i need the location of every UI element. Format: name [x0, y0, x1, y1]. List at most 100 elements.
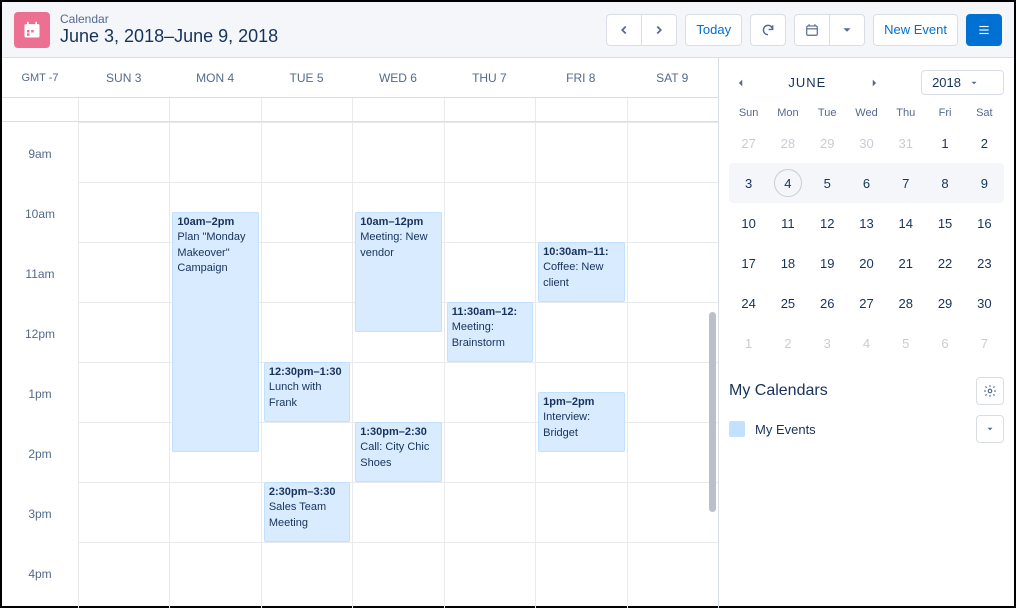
mini-dow-label: Thu: [886, 103, 925, 123]
allday-slot[interactable]: [261, 98, 352, 121]
mini-week-row: 24252627282930: [729, 283, 1004, 323]
mini-next-month[interactable]: [862, 71, 886, 95]
mycalendar-menu-button[interactable]: [976, 415, 1004, 443]
mini-day-cell[interactable]: 27: [729, 123, 768, 163]
day-column[interactable]: [627, 122, 718, 608]
scrollbar[interactable]: [708, 122, 718, 608]
new-event-button[interactable]: New Event: [873, 14, 958, 46]
time-label: 11am: [2, 264, 78, 324]
mini-week-row: 272829303112: [729, 123, 1004, 163]
mini-day-cell[interactable]: 1: [925, 123, 964, 163]
mini-day-cell[interactable]: 29: [925, 283, 964, 323]
mini-day-cell[interactable]: 7: [965, 323, 1004, 363]
prev-week-button[interactable]: [606, 14, 641, 46]
day-header[interactable]: MON 4: [169, 71, 260, 85]
mini-day-cell[interactable]: 10: [729, 203, 768, 243]
mini-day-cell[interactable]: 28: [886, 283, 925, 323]
calendar-event[interactable]: 10am–12pmMeeting: New vendor: [355, 212, 441, 332]
event-time: 1:30pm–2:30: [360, 425, 436, 440]
day-header[interactable]: SUN 3: [78, 71, 169, 85]
allday-slot[interactable]: [444, 98, 535, 121]
mini-prev-month[interactable]: [729, 71, 753, 95]
calendar-event[interactable]: 1pm–2pmInterview: Bridget: [538, 392, 624, 452]
mini-day-cell[interactable]: 18: [768, 243, 807, 283]
mini-day-cell[interactable]: 21: [886, 243, 925, 283]
mini-day-cell[interactable]: 4: [768, 163, 807, 203]
time-label: 3pm: [2, 504, 78, 564]
day-column[interactable]: 11:30am–12:Meeting: Brainstorm: [444, 122, 535, 608]
mycalendar-item: My Events: [729, 415, 1004, 443]
time-label: 10am: [2, 204, 78, 264]
refresh-button[interactable]: [750, 14, 786, 46]
mini-day-cell[interactable]: 30: [965, 283, 1004, 323]
mini-day-cell[interactable]: 7: [886, 163, 925, 203]
allday-slot[interactable]: [535, 98, 626, 121]
calendar-event[interactable]: 11:30am–12:Meeting: Brainstorm: [447, 302, 533, 362]
day-header[interactable]: SAT 9: [627, 71, 718, 85]
mini-day-cell[interactable]: 9: [965, 163, 1004, 203]
mini-day-cell[interactable]: 26: [808, 283, 847, 323]
mini-day-cell[interactable]: 25: [768, 283, 807, 323]
mini-day-cell[interactable]: 30: [847, 123, 886, 163]
mini-day-cell[interactable]: 16: [965, 203, 1004, 243]
timezone-label: GMT -7: [2, 72, 78, 84]
allday-slot[interactable]: [627, 98, 718, 121]
allday-slot[interactable]: [169, 98, 260, 121]
mini-day-cell[interactable]: 1: [729, 323, 768, 363]
day-header[interactable]: THU 7: [444, 71, 535, 85]
day-column[interactable]: 12:30pm–1:30Lunch with Frank 2:30pm–3:30S…: [261, 122, 352, 608]
view-switcher-button[interactable]: [794, 14, 829, 46]
mycalendars-settings-button[interactable]: [976, 377, 1004, 405]
mini-day-cell[interactable]: 2: [768, 323, 807, 363]
mycalendars-heading: My Calendars: [729, 382, 828, 400]
calendar-event[interactable]: 10am–2pmPlan "Monday Makeover" Campaign: [172, 212, 258, 452]
mini-day-cell[interactable]: 8: [925, 163, 964, 203]
mini-day-cell[interactable]: 20: [847, 243, 886, 283]
mini-day-cell[interactable]: 4: [847, 323, 886, 363]
mini-day-cell[interactable]: 6: [925, 323, 964, 363]
mini-day-cell[interactable]: 11: [768, 203, 807, 243]
mini-day-cell[interactable]: 27: [847, 283, 886, 323]
allday-slot[interactable]: [352, 98, 443, 121]
calendar-event[interactable]: 2:30pm–3:30Sales Team Meeting: [264, 482, 350, 542]
mini-day-cell[interactable]: 17: [729, 243, 768, 283]
mini-day-cell[interactable]: 6: [847, 163, 886, 203]
today-button[interactable]: Today: [685, 14, 742, 46]
mini-day-cell[interactable]: 31: [886, 123, 925, 163]
mini-day-cell[interactable]: 29: [808, 123, 847, 163]
mini-day-cell[interactable]: 15: [925, 203, 964, 243]
day-column[interactable]: 10:30am–11:Coffee: New client 1pm–2pmInte…: [535, 122, 626, 608]
mini-day-cell[interactable]: 24: [729, 283, 768, 323]
mini-day-cell[interactable]: 28: [768, 123, 807, 163]
calendar-event[interactable]: 12:30pm–1:30Lunch with Frank: [264, 362, 350, 422]
day-header[interactable]: TUE 5: [261, 71, 352, 85]
calendar-event[interactable]: 1:30pm–2:30Call: City Chic Shoes: [355, 422, 441, 482]
mini-day-cell[interactable]: 2: [965, 123, 1004, 163]
sidebar-toggle-button[interactable]: [966, 14, 1002, 46]
day-column[interactable]: 10am–2pmPlan "Monday Makeover" Campaign: [169, 122, 260, 608]
event-title: Sales Team Meeting: [269, 500, 345, 531]
mini-day-cell[interactable]: 5: [808, 163, 847, 203]
day-header[interactable]: WED 6: [352, 71, 443, 85]
day-column[interactable]: [78, 122, 169, 608]
year-select[interactable]: 2018: [921, 70, 1004, 95]
event-title: Plan "Monday Makeover" Campaign: [177, 230, 253, 276]
mini-day-cell[interactable]: 12: [808, 203, 847, 243]
day-column[interactable]: 10am–12pmMeeting: New vendor 1:30pm–2:30C…: [352, 122, 443, 608]
mini-day-cell[interactable]: 13: [847, 203, 886, 243]
mini-day-cell[interactable]: 3: [808, 323, 847, 363]
mini-day-cell[interactable]: 5: [886, 323, 925, 363]
mini-day-cell[interactable]: 23: [965, 243, 1004, 283]
mini-day-cell[interactable]: 3: [729, 163, 768, 203]
calendar-event[interactable]: 10:30am–11:Coffee: New client: [538, 242, 624, 302]
event-title: Call: City Chic Shoes: [360, 440, 436, 471]
day-header[interactable]: FRI 8: [535, 71, 626, 85]
event-title: Interview: Bridget: [543, 410, 619, 441]
mini-day-cell[interactable]: 19: [808, 243, 847, 283]
mini-day-cell[interactable]: 22: [925, 243, 964, 283]
calendar-color-swatch[interactable]: [729, 421, 745, 437]
next-week-button[interactable]: [641, 14, 677, 46]
view-switcher-dropdown[interactable]: [829, 14, 865, 46]
allday-slot[interactable]: [78, 98, 169, 121]
mini-day-cell[interactable]: 14: [886, 203, 925, 243]
